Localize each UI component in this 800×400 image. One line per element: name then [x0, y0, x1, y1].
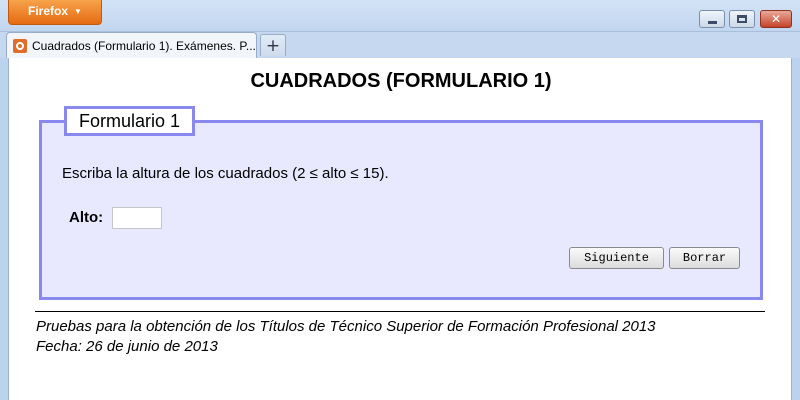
footer-date: Fecha: 26 de junio de 2013 [36, 338, 218, 355]
plus-icon: + [265, 35, 281, 56]
maximize-button[interactable] [729, 10, 755, 28]
page-title: CUADRADOS (FORMULARIO 1) [250, 70, 552, 92]
page-content: CUADRADOS (FORMULARIO 1) Formulario 1 Es… [8, 58, 792, 400]
footer-divider [35, 311, 765, 312]
dropdown-arrow-icon: ▼ [74, 7, 82, 16]
close-icon: ✕ [770, 12, 782, 26]
tab-cuadrados[interactable]: Cuadrados (Formulario 1). Exámenes. P... [6, 32, 257, 58]
firefox-menu-label: Firefox [28, 4, 69, 18]
tab-title: Cuadrados (Formulario 1). Exámenes. P... [32, 38, 256, 53]
firefox-menu-button[interactable]: Firefox ▼ [8, 0, 102, 25]
footer-exam-title: Pruebas para la obtención de los Títulos… [36, 318, 656, 335]
maximize-icon [737, 15, 747, 23]
fieldset-legend: Formulario 1 [64, 106, 196, 136]
new-tab-button[interactable]: + [260, 34, 286, 56]
alto-input[interactable] [112, 207, 162, 229]
alto-label: Alto: [69, 209, 104, 226]
form-fieldset: Formulario 1 Escriba la altura de los cu… [39, 106, 763, 300]
tab-strip: Cuadrados (Formulario 1). Exámenes. P...… [0, 32, 800, 58]
close-window-button[interactable]: ✕ [760, 10, 792, 28]
borrar-button[interactable]: Borrar [669, 247, 740, 269]
window-titlebar: Firefox ▼ ✕ [0, 0, 800, 32]
minimize-button[interactable] [699, 10, 725, 28]
footer: Pruebas para la obtención de los Títulos… [36, 317, 656, 357]
siguiente-button[interactable]: Siguiente [569, 247, 664, 269]
minimize-icon [707, 20, 717, 24]
favicon-icon [13, 38, 27, 53]
instruction-text: Escriba la altura de los cuadrados (2 ≤ … [62, 165, 389, 182]
